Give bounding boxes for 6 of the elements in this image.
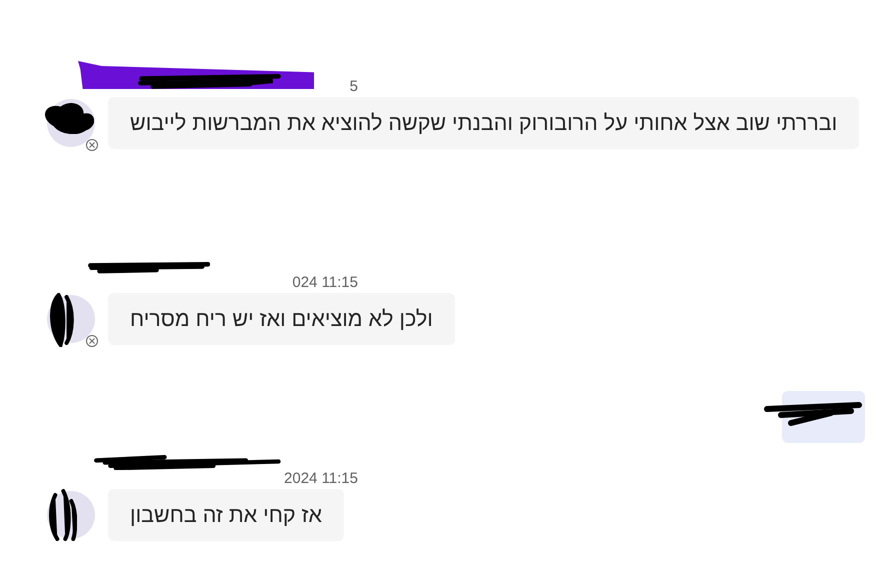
timestamp: 2024 11:15 (284, 470, 358, 486)
message-bubble: ולכן לא מוציאים ואז יש ריח מסריח (108, 293, 455, 345)
timestamp: 5 (350, 78, 358, 94)
timestamp: 024 11:15 (292, 274, 358, 290)
message-bubble: ובררתי שוב אצל אחותי על הרובורוק והבנתי שקשה להוציא את המברשות לייבוש (108, 97, 860, 149)
message-bubble: אז קחי את זה בחשבון (108, 489, 344, 541)
